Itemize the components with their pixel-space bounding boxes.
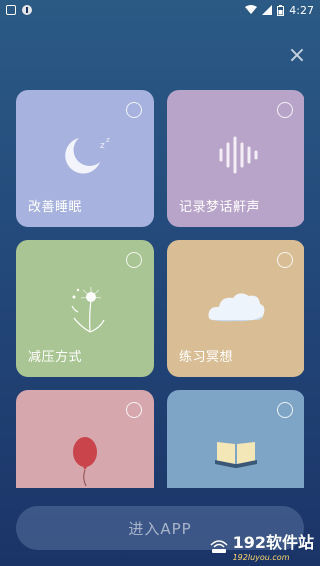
watermark-subtitle: 192luyou.com <box>232 553 290 562</box>
status-time: 4:27 <box>289 3 314 17</box>
select-radio[interactable] <box>277 102 293 118</box>
signal-icon <box>262 5 273 15</box>
battery-icon <box>277 4 285 16</box>
close-icon[interactable]: × <box>286 45 308 67</box>
select-radio[interactable] <box>277 252 293 268</box>
card-record-sleep-talk[interactable]: 记录梦话鼾声 <box>167 90 304 227</box>
watermark: 192软件站 192luyou.com <box>209 529 314 562</box>
option-grid: z z 改善睡眠 记录梦话鼾声 减压方式 练习冥想 <box>16 90 304 488</box>
select-radio[interactable] <box>126 252 142 268</box>
watermark-title: 192软件站 <box>232 533 314 552</box>
card-label: 减压方式 <box>28 350 83 365</box>
notification-badge-icon <box>22 5 32 15</box>
select-radio[interactable] <box>126 402 142 418</box>
svg-text:z: z <box>100 141 105 151</box>
card-label: 记录梦话鼾声 <box>179 200 261 215</box>
wifi-icon <box>245 5 258 14</box>
card-meditation[interactable]: 练习冥想 <box>167 240 304 377</box>
card-label: 改善睡眠 <box>28 200 83 215</box>
card-reading[interactable] <box>167 390 304 488</box>
select-radio[interactable] <box>126 102 142 118</box>
card-label: 练习冥想 <box>179 350 234 365</box>
status-bar: 4:27 <box>0 0 320 20</box>
notification-box-icon <box>6 5 16 15</box>
card-balloon[interactable] <box>16 390 154 488</box>
card-stress-relief[interactable]: 减压方式 <box>16 240 154 377</box>
router-logo-icon <box>210 539 228 553</box>
svg-text:z: z <box>106 136 110 144</box>
select-radio[interactable] <box>277 402 293 418</box>
card-improve-sleep[interactable]: z z 改善睡眠 <box>16 90 154 227</box>
